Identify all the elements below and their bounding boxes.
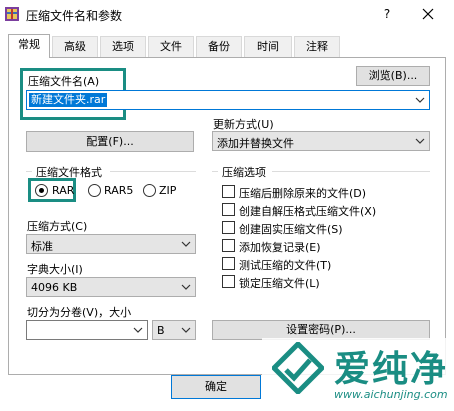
ok-button[interactable]: 确定 <box>171 375 261 399</box>
title-bar: 压缩文件名和参数 ? <box>0 0 454 30</box>
chevron-down-icon <box>181 284 191 290</box>
compression-method-label: 压缩方式(C) <box>27 220 88 233</box>
options-group-border <box>272 171 430 172</box>
winrar-app-icon <box>5 7 19 21</box>
compression-method-value: 标准 <box>31 240 53 253</box>
tab-backup[interactable]: 备份 <box>196 36 242 57</box>
update-mode-select[interactable]: 添加并替换文件 <box>212 131 430 151</box>
chevron-down-icon <box>415 97 425 103</box>
watermark-url: www.aichunjing.com <box>334 388 448 401</box>
close-icon <box>422 8 434 20</box>
option-test-label: 测试压缩的文件(T) <box>239 259 332 272</box>
tab-options[interactable]: 选项 <box>100 36 146 57</box>
chevron-down-icon <box>415 138 425 144</box>
option-test-checkbox[interactable] <box>222 257 235 270</box>
option-solid-checkbox[interactable] <box>222 221 235 234</box>
update-mode-value: 添加并替换文件 <box>217 137 294 150</box>
format-rar-label: RAR <box>52 184 75 197</box>
chevron-down-icon <box>181 327 191 333</box>
dictionary-size-select[interactable]: 4096 KB <box>26 277 196 297</box>
option-recovery-checkbox[interactable] <box>222 239 235 252</box>
format-group-border <box>26 171 32 172</box>
compression-method-select[interactable]: 标准 <box>26 234 196 254</box>
browse-button[interactable]: 浏览(B)... <box>356 66 430 86</box>
options-group-label: 压缩选项 <box>222 166 266 179</box>
format-rar5-label: RAR5 <box>104 184 134 197</box>
tab-advanced[interactable]: 高级 <box>52 36 98 57</box>
update-mode-label: 更新方式(U) <box>213 118 274 131</box>
archive-name-value: 新建文件夹.rar <box>29 93 108 107</box>
split-size-input[interactable] <box>26 320 148 340</box>
option-delete-after-checkbox[interactable] <box>222 185 235 198</box>
help-button[interactable]: ? <box>376 4 398 24</box>
option-sfx-label: 创建自解压格式压缩文件(X) <box>239 205 377 218</box>
tab-time[interactable]: 时间 <box>244 36 292 57</box>
option-solid-label: 创建固实压缩文件(S) <box>239 223 343 236</box>
option-delete-after-label: 压缩后删除原来的文件(D) <box>239 187 367 200</box>
option-lock-label: 锁定压缩文件(L) <box>239 277 320 290</box>
close-button[interactable] <box>416 4 440 24</box>
set-password-button[interactable]: 设置密码(P)... <box>212 320 430 340</box>
window-title: 压缩文件名和参数 <box>26 9 123 23</box>
tab-bar: 常规 高级 选项 文件 备份 时间 注释 <box>8 34 448 58</box>
options-group-border <box>212 171 218 172</box>
format-group-border <box>110 171 196 172</box>
option-lock-checkbox[interactable] <box>222 275 235 288</box>
watermark-text: 爱纯净 <box>334 349 449 390</box>
option-recovery-label: 添加恢复记录(E) <box>239 241 321 254</box>
archive-name-input[interactable]: 新建文件夹.rar <box>26 90 430 110</box>
profile-button[interactable]: 配置(F)... <box>26 131 194 152</box>
watermark-logo-icon <box>272 342 324 394</box>
format-radio-zip[interactable] <box>143 184 156 197</box>
split-unit-select[interactable]: B <box>152 320 196 340</box>
watermark: 爱纯净 www.aichunjing.com <box>262 338 454 411</box>
split-unit-value: B <box>157 324 165 337</box>
split-volumes-label: 切分为分卷(V)，大小 <box>27 306 132 319</box>
dictionary-size-value: 4096 KB <box>31 281 78 294</box>
chevron-down-icon <box>133 327 143 333</box>
dictionary-size-label: 字典大小(I) <box>27 263 83 276</box>
option-sfx-checkbox[interactable] <box>222 203 235 216</box>
chevron-down-icon <box>181 241 191 247</box>
tab-general[interactable]: 常规 <box>8 34 50 58</box>
tab-comment[interactable]: 注释 <box>294 36 340 57</box>
format-radio-rar5[interactable] <box>88 184 101 197</box>
tab-files[interactable]: 文件 <box>148 36 194 57</box>
format-zip-label: ZIP <box>159 184 177 197</box>
format-radio-rar[interactable] <box>35 184 48 197</box>
